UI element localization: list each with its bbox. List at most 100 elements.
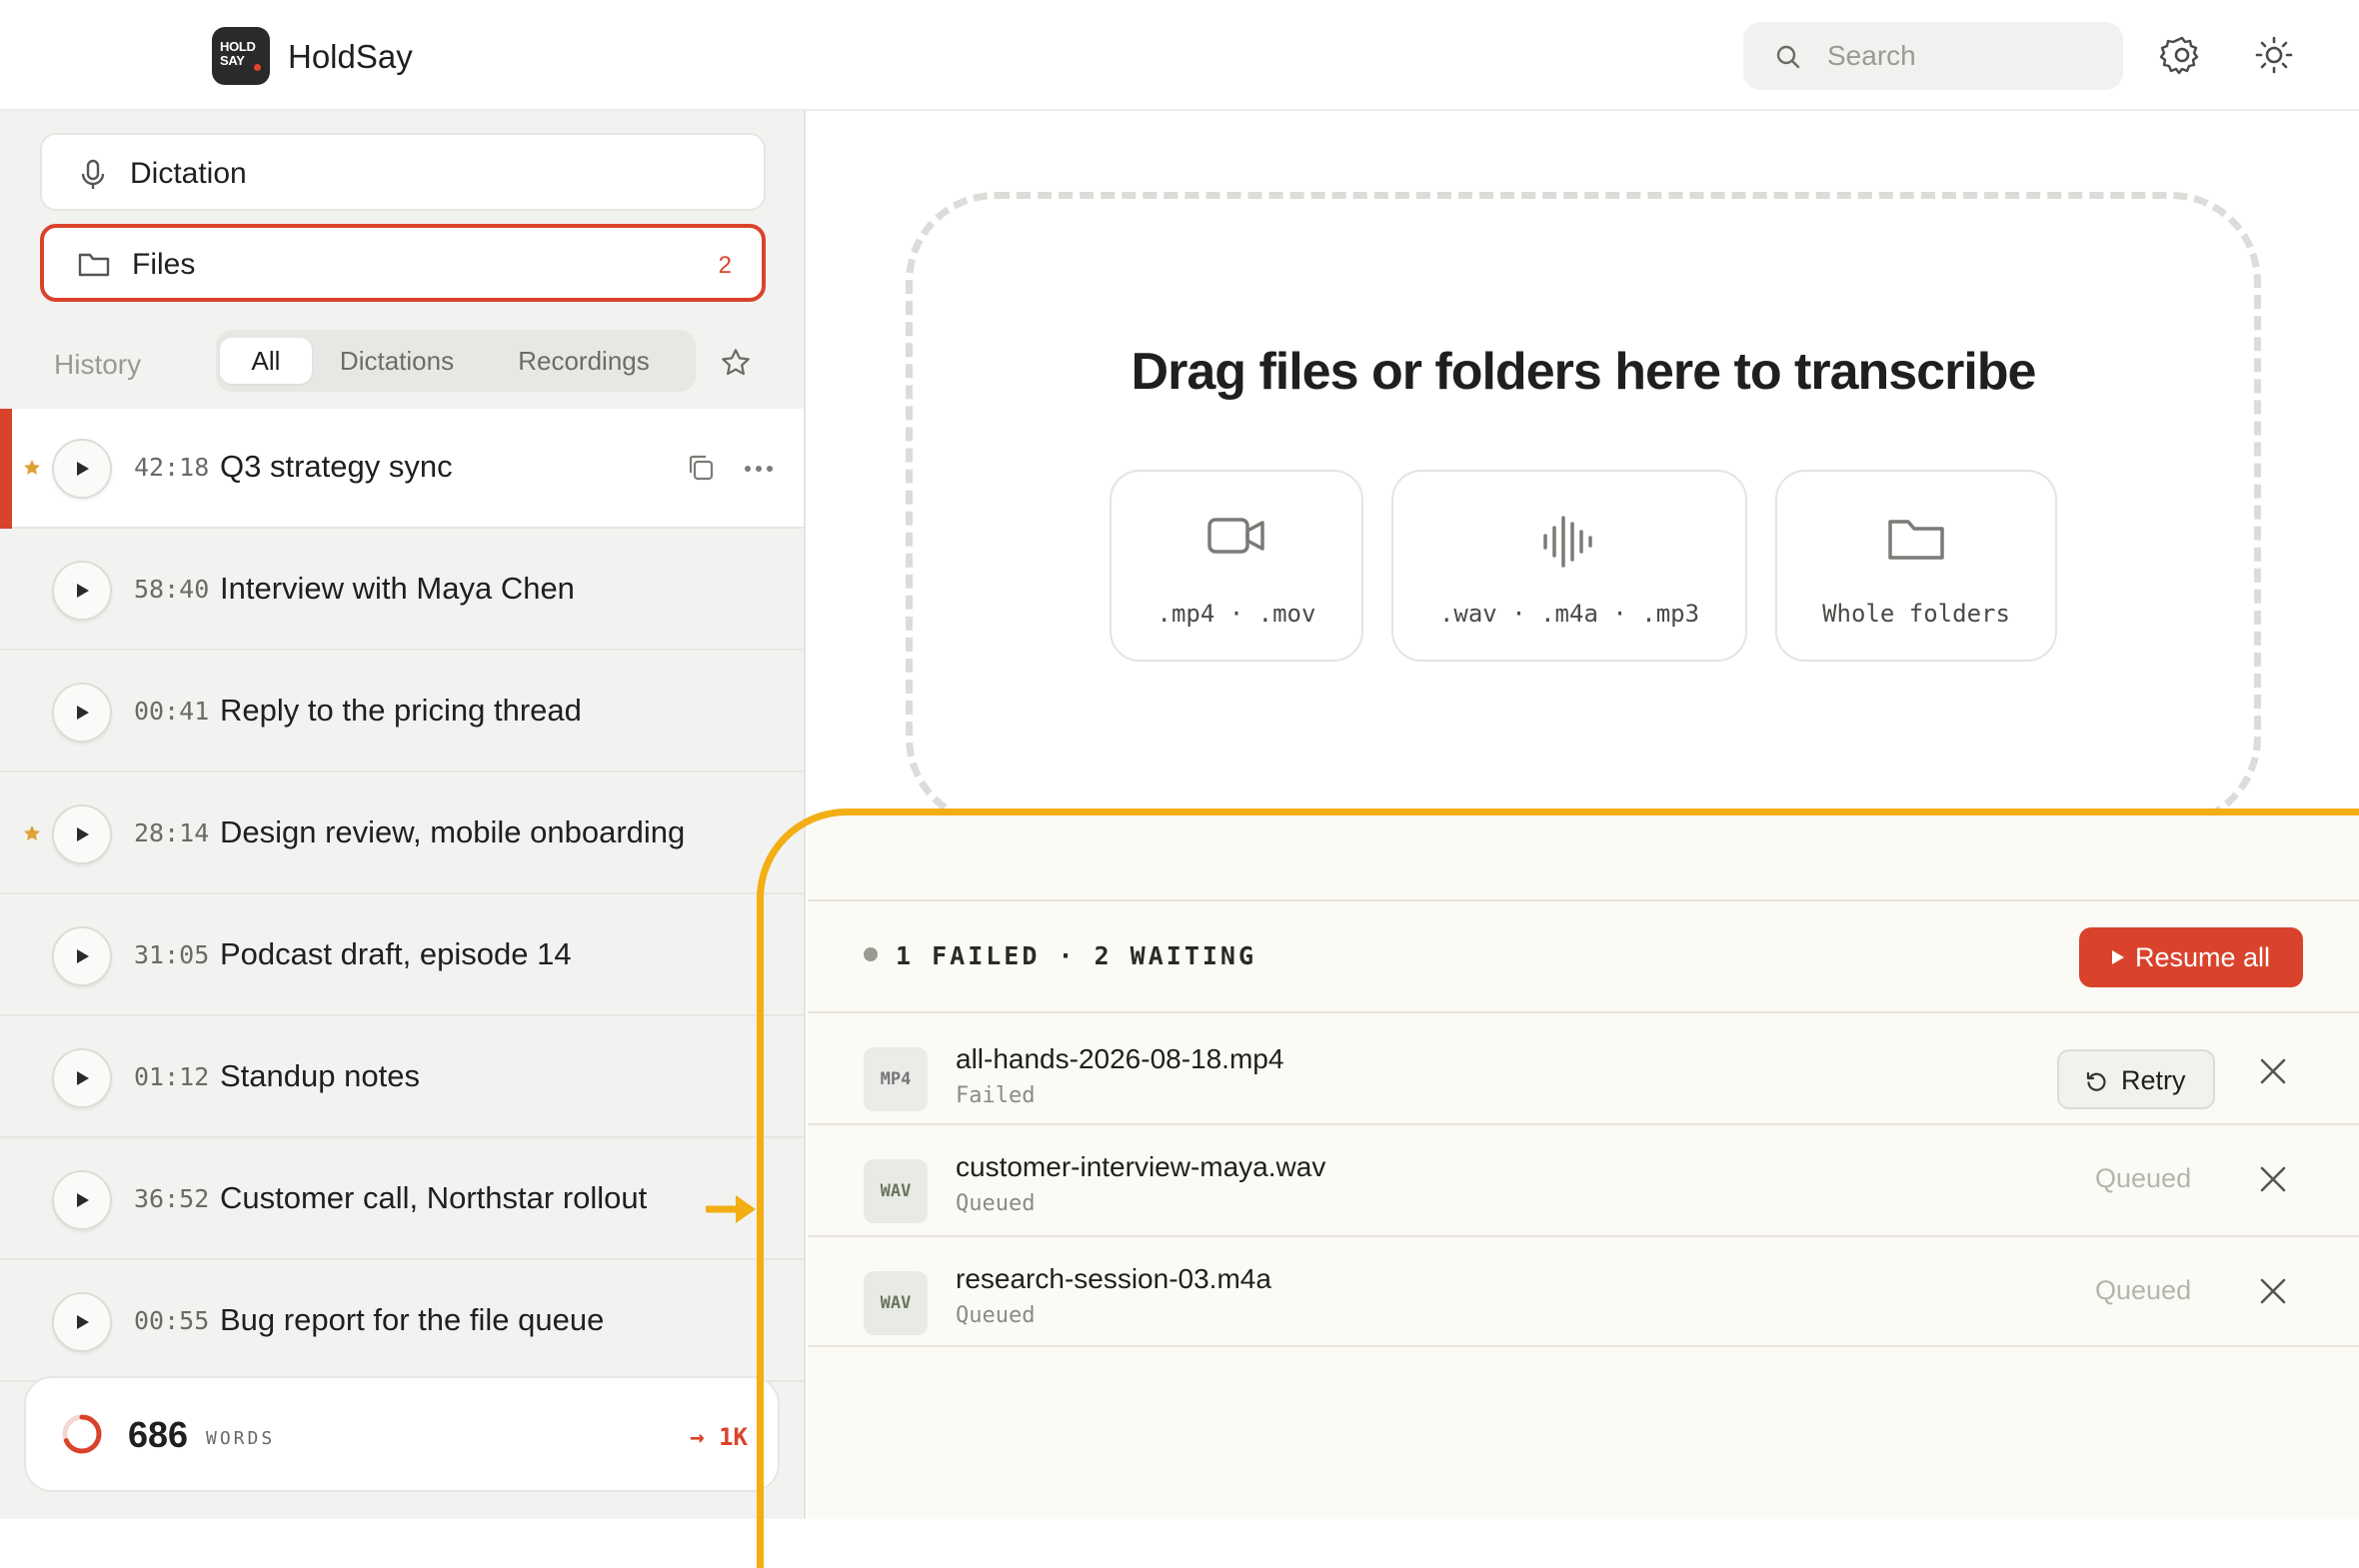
- file-queue: 1 FAILED · 2 WAITING Resume all MP4 all-…: [808, 811, 2359, 1519]
- type-card-audio[interactable]: .wav · .m4a · .mp3: [1391, 470, 1747, 662]
- waveform-icon: [1543, 516, 1592, 568]
- status-dot-icon: [864, 947, 878, 961]
- play-icon: [2112, 950, 2124, 964]
- file-type-badge: MP4: [864, 1047, 928, 1111]
- history-item[interactable]: 01:12 Standup notes: [0, 1018, 804, 1138]
- word-count-card: 686 WORDS → 1K: [24, 1376, 780, 1492]
- video-icon: [1207, 518, 1264, 554]
- history-item[interactable]: 42:18 Q3 strategy sync: [0, 409, 804, 529]
- retry-button[interactable]: Retry: [2057, 1049, 2215, 1109]
- history-item[interactable]: 00:55 Bug report for the file queue: [0, 1262, 804, 1382]
- type-card-video-label: .mp4 · .mov: [1157, 600, 1316, 628]
- queue-item: WAV research-session-03.m4a Queued Queue…: [808, 1235, 2359, 1347]
- type-card-folder-label: Whole folders: [1822, 600, 2010, 628]
- history-filter: All Dictations Recordings: [216, 330, 696, 392]
- sidebar: Dictation Files 2 History All Dictations…: [0, 111, 806, 1519]
- sun-icon[interactable]: [2251, 32, 2297, 78]
- queue-item: MP4 all-hands-2026-08-18.mp4 Failed Retr…: [808, 1011, 2359, 1123]
- item-title: Design review, mobile onboarding: [220, 814, 686, 849]
- close-icon[interactable]: [2259, 1277, 2287, 1305]
- close-icon[interactable]: [2259, 1165, 2287, 1193]
- file-name: research-session-03.m4a: [956, 1263, 1271, 1294]
- filter-recordings[interactable]: Recordings: [486, 338, 682, 384]
- item-title: Standup notes: [220, 1058, 420, 1093]
- queued-state: Queued: [2095, 1163, 2192, 1193]
- play-icon: [77, 584, 89, 598]
- history-item[interactable]: 28:14 Design review, mobile onboarding: [0, 775, 804, 894]
- item-duration: 28:14: [134, 818, 210, 847]
- files-count-badge: 2: [718, 252, 732, 279]
- play-icon: [77, 1071, 89, 1085]
- app-name: HoldSay: [288, 38, 413, 75]
- arrow-right-icon: [706, 1195, 756, 1223]
- app-logo: HOLD SAY: [212, 27, 270, 85]
- item-duration: 58:40: [134, 575, 210, 604]
- star-icon[interactable]: [22, 458, 42, 478]
- play-button[interactable]: [52, 1292, 112, 1352]
- play-icon: [77, 1315, 89, 1329]
- starred-filter-icon[interactable]: [720, 347, 752, 379]
- play-button[interactable]: [52, 439, 112, 499]
- play-button[interactable]: [52, 1048, 112, 1108]
- item-title: Interview with Maya Chen: [220, 571, 575, 606]
- item-duration: 00:55: [134, 1306, 210, 1335]
- item-duration: 42:18: [134, 453, 210, 482]
- type-card-audio-label: .wav · .m4a · .mp3: [1438, 600, 1700, 628]
- item-title: Bug report for the file queue: [220, 1302, 605, 1337]
- queue-item: WAV customer-interview-maya.wav Queued Q…: [808, 1123, 2359, 1235]
- filter-all[interactable]: All: [220, 338, 312, 384]
- item-duration: 36:52: [134, 1184, 210, 1213]
- type-card-video[interactable]: .mp4 · .mov: [1110, 470, 1363, 662]
- history-label: History: [54, 349, 142, 380]
- type-card-folder[interactable]: Whole folders: [1775, 470, 2057, 662]
- play-icon: [77, 462, 89, 476]
- gear-icon[interactable]: [2159, 32, 2205, 78]
- play-button[interactable]: [52, 683, 112, 743]
- search-icon: [1776, 45, 1800, 69]
- filter-dictations[interactable]: Dictations: [320, 338, 474, 384]
- play-button[interactable]: [52, 804, 112, 864]
- play-button[interactable]: [52, 926, 112, 986]
- history-item[interactable]: 36:52 Customer call, Northstar rollout: [0, 1140, 804, 1260]
- nav-dictation[interactable]: Dictation: [40, 133, 766, 211]
- nav-files-label: Files: [132, 248, 196, 281]
- close-icon[interactable]: [2259, 1057, 2287, 1085]
- play-icon: [77, 1193, 89, 1207]
- folder-icon: [1888, 520, 1944, 560]
- word-count: 686: [128, 1414, 189, 1455]
- file-type-badge: WAV: [864, 1271, 928, 1335]
- star-icon[interactable]: [22, 823, 42, 843]
- play-icon: [77, 949, 89, 963]
- file-status: Queued: [956, 1303, 1036, 1328]
- file-status: Failed: [956, 1083, 1036, 1108]
- search-input[interactable]: [1827, 22, 2107, 90]
- play-button[interactable]: [52, 1170, 112, 1230]
- folder-icon: [78, 253, 110, 277]
- item-title: Reply to the pricing thread: [220, 693, 582, 728]
- nav-files[interactable]: Files 2: [40, 224, 766, 302]
- word-unit: WORDS: [206, 1428, 276, 1449]
- item-duration: 00:41: [134, 697, 210, 726]
- retry-icon: [2086, 1071, 2106, 1091]
- search-box[interactable]: [1743, 22, 2123, 90]
- word-goal: → 1K: [690, 1423, 748, 1451]
- resume-all-button[interactable]: Resume all: [2079, 927, 2303, 987]
- play-button[interactable]: [52, 561, 112, 621]
- play-icon: [77, 706, 89, 720]
- item-duration: 01:12: [134, 1062, 210, 1091]
- app-header: HOLD SAY HoldSay: [0, 0, 2359, 111]
- item-title: Q3 strategy sync: [220, 449, 453, 484]
- microphone-icon: [81, 159, 105, 189]
- history-item[interactable]: 58:40 Interview with Maya Chen: [0, 531, 804, 651]
- play-icon: [77, 827, 89, 841]
- more-icon[interactable]: [744, 465, 774, 473]
- queue-status: 1 FAILED · 2 WAITING: [864, 941, 1256, 970]
- file-name: customer-interview-maya.wav: [956, 1151, 1326, 1182]
- history-item[interactable]: 31:05 Podcast draft, episode 14: [0, 896, 804, 1016]
- queued-state: Queued: [2095, 1275, 2192, 1305]
- copy-icon[interactable]: [686, 453, 716, 483]
- file-type-badge: WAV: [864, 1159, 928, 1223]
- history-item[interactable]: 00:41 Reply to the pricing thread: [0, 653, 804, 773]
- item-title: Customer call, Northstar rollout: [220, 1180, 648, 1215]
- drop-title: Drag files or folders here to transcribe: [1131, 343, 2037, 401]
